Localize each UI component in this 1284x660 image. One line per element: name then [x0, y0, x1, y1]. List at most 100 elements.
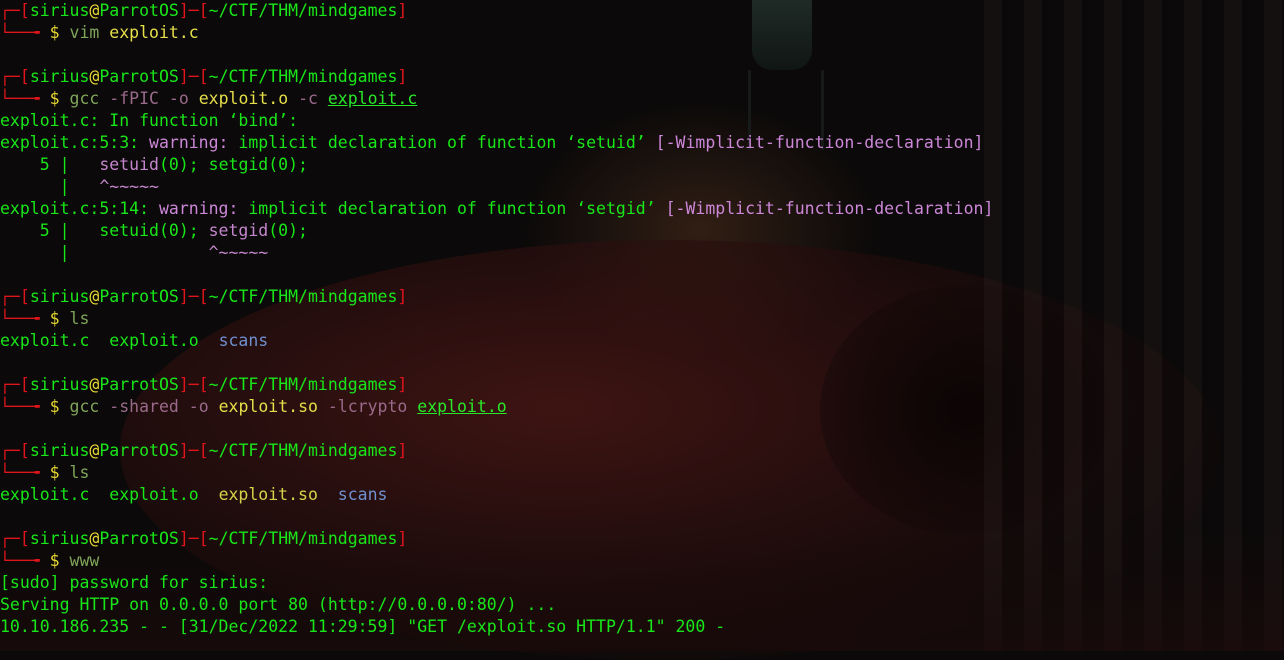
command-arg: -c: [298, 89, 318, 108]
source-gutter: 5 |: [0, 221, 70, 240]
prompt-user: sirius: [29, 441, 90, 460]
output-text: 10.10.186.235 - - [31/Dec/2022 11:29:59]…: [0, 617, 726, 636]
command-name: vim: [69, 23, 100, 42]
source-highlight: setgid: [208, 221, 269, 240]
prompt-frame: ]: [397, 1, 408, 20]
output-line: | ^~~~~~: [0, 242, 993, 264]
prompt-at: @: [89, 375, 100, 394]
prompt-host: ParrotOS: [99, 1, 179, 20]
prompt-at: @: [89, 529, 100, 548]
prompt-frame: ]─[: [178, 375, 209, 394]
prompt-frame: ]─[: [178, 287, 209, 306]
prompt-frame: ]: [397, 441, 408, 460]
output-line: 5 | setuid(0); setgid(0);: [0, 154, 993, 176]
warning-label: warning:: [149, 133, 229, 152]
ls-entry: exploit.c: [0, 485, 90, 504]
prompt-at: @: [89, 1, 100, 20]
prompt-at: @: [89, 287, 100, 306]
prompt-arrow: └──╼: [0, 463, 50, 482]
prompt-dollar: $: [49, 551, 60, 570]
source-highlight: setuid: [99, 155, 159, 174]
output-line: 10.10.186.235 - - [31/Dec/2022 11:29:59]…: [0, 616, 993, 638]
command-arg: -o: [188, 397, 209, 416]
ls-entry: exploit.o: [109, 331, 199, 350]
prompt-frame: ┌─[: [0, 441, 30, 460]
command-arg: exploit.o: [417, 397, 507, 416]
prompt-header: ┌─[sirius@ParrotOS]─[~/CTF/THM/mindgames…: [0, 374, 993, 396]
prompt-at: @: [89, 441, 100, 460]
command-name: gcc: [69, 397, 100, 416]
output-line: [sudo] password for sirius:: [0, 572, 993, 594]
prompt-header: ┌─[sirius@ParrotOS]─[~/CTF/THM/mindgames…: [0, 528, 993, 550]
prompt-user: sirius: [29, 287, 90, 306]
source-code: (0); setgid(0);: [158, 155, 308, 174]
output-line: exploit.c exploit.o exploit.so scans: [0, 484, 993, 506]
prompt-frame: ┌─[: [0, 67, 30, 86]
command-line: └──╼ $ gcc -fPIC -o exploit.o -c exploit…: [0, 88, 993, 110]
output-line: 5 | setuid(0); setgid(0);: [0, 220, 993, 242]
source-caret: ^~~~~~: [69, 243, 269, 262]
terminal-output[interactable]: ┌─[sirius@ParrotOS]─[~/CTF/THM/mindgames…: [0, 0, 993, 638]
prompt-host: ParrotOS: [99, 375, 179, 394]
output-text: Serving HTTP on 0.0.0.0 port 80 (http://…: [0, 595, 557, 614]
warning-message: implicit declaration of function ‘setuid…: [228, 133, 656, 152]
prompt-frame: ]─[: [178, 1, 209, 20]
prompt-cwd: ~/CTF/THM/mindgames: [208, 441, 398, 460]
prompt-arrow: └──╼: [0, 89, 50, 108]
output-line: Serving HTTP on 0.0.0.0 port 80 (http://…: [0, 594, 993, 616]
ls-entry: exploit.o: [109, 485, 199, 504]
prompt-dollar: $: [49, 23, 60, 42]
command-line: └──╼ $ gcc -shared -o exploit.so -lcrypt…: [0, 396, 993, 418]
command-line: └──╼ $ vim exploit.c: [0, 22, 993, 44]
prompt-arrow: └──╼: [0, 551, 50, 570]
command-line: └──╼ $ ls: [0, 462, 993, 484]
prompt-header: ┌─[sirius@ParrotOS]─[~/CTF/THM/mindgames…: [0, 286, 993, 308]
source-gutter: |: [0, 177, 70, 196]
prompt-frame: ]─[: [178, 441, 209, 460]
prompt-frame: ]: [397, 375, 408, 394]
ls-entry: exploit.c: [0, 331, 90, 350]
command-name: www: [69, 551, 100, 570]
prompt-host: ParrotOS: [99, 441, 179, 460]
prompt-user: sirius: [29, 375, 90, 394]
source-gutter: |: [0, 243, 70, 262]
ls-entry: scans: [337, 485, 388, 504]
output-line: exploit.c:5:3: warning: implicit declara…: [0, 132, 993, 154]
command-arg: exploit.c: [109, 23, 199, 42]
warning-flag: [-Wimplicit-function-declaration]: [655, 133, 984, 152]
prompt-header: ┌─[sirius@ParrotOS]─[~/CTF/THM/mindgames…: [0, 0, 993, 22]
warning-location: exploit.c:5:14:: [0, 199, 159, 218]
prompt-frame: ]─[: [178, 529, 209, 548]
output-line: exploit.c: In function ‘bind’:: [0, 110, 993, 132]
warning-flag: [-Wimplicit-function-declaration]: [665, 199, 994, 218]
command-arg: -o: [168, 89, 189, 108]
prompt-arrow: └──╼: [0, 23, 50, 42]
command-arg: -shared: [109, 397, 179, 416]
prompt-dollar: $: [49, 89, 60, 108]
command-name: ls: [69, 309, 90, 328]
prompt-frame: ]: [397, 529, 408, 548]
source-caret: ^~~~~~: [69, 177, 159, 196]
source-code: [70, 155, 100, 174]
prompt-user: sirius: [29, 1, 90, 20]
prompt-frame: ┌─[: [0, 529, 30, 548]
prompt-arrow: └──╼: [0, 309, 50, 328]
prompt-host: ParrotOS: [99, 529, 179, 548]
prompt-frame: ]: [397, 67, 408, 86]
source-gutter: 5 |: [0, 155, 70, 174]
command-arg: exploit.so: [218, 397, 318, 416]
prompt-frame: ┌─[: [0, 375, 30, 394]
prompt-dollar: $: [49, 397, 60, 416]
prompt-cwd: ~/CTF/THM/mindgames: [208, 67, 398, 86]
prompt-cwd: ~/CTF/THM/mindgames: [208, 375, 398, 394]
output-line: exploit.c:5:14: warning: implicit declar…: [0, 198, 993, 220]
source-code: setuid(0);: [69, 221, 209, 240]
prompt-user: sirius: [29, 67, 90, 86]
warning-label: warning:: [158, 199, 239, 218]
prompt-host: ParrotOS: [99, 287, 179, 306]
prompt-frame: ┌─[: [0, 1, 30, 20]
command-line: └──╼ $ www: [0, 550, 993, 572]
